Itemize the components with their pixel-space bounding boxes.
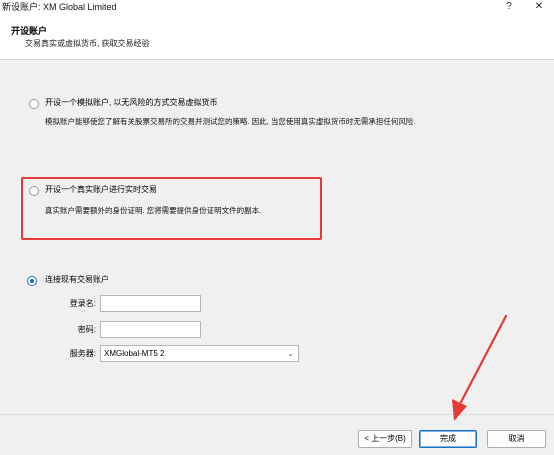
radio-existing-account[interactable] [27, 276, 37, 286]
login-input[interactable] [100, 295, 201, 312]
cancel-button[interactable]: 取消 [487, 430, 546, 448]
help-button[interactable]: ? [494, 0, 524, 14]
page-title: 开设账户 [11, 26, 48, 36]
option-real-description: 真实账户需要额外的身份证明. 您将需要提供身份证明文件的副本. [45, 206, 262, 215]
radio-demo-account[interactable] [29, 99, 39, 109]
page-subtitle: 交易真实或虚拟货币, 获取交易经验 [25, 39, 150, 48]
window-titlebar: 新设账户: XM Global Limited ? ✕ [0, 0, 554, 14]
password-label: 密码: [77, 325, 96, 334]
server-select[interactable]: XMGlobal-MT5 2 ⌄ [100, 345, 299, 362]
close-button[interactable]: ✕ [524, 0, 554, 14]
option-demo-description: 模拟账户能够使您了解有关股票交易所的交易并测试您的策略. 因此, 当您使用真实虚… [45, 117, 416, 126]
option-real-label[interactable]: 开设一个真实账户进行实时交易 [45, 185, 157, 195]
radio-real-account[interactable] [29, 186, 39, 196]
chevron-down-icon: ⌄ [287, 349, 294, 358]
server-label: 服务器: [69, 349, 96, 358]
option-existing-label[interactable]: 连接现有交易账户 [45, 275, 109, 285]
login-label: 登录名: [69, 299, 96, 308]
wizard-header: 开设账户 交易真实或虚拟货币, 获取交易经验 [0, 14, 554, 60]
server-select-value: XMGlobal-MT5 2 [104, 349, 165, 358]
back-button[interactable]: < 上一步(B) [358, 430, 412, 448]
password-input[interactable] [100, 321, 201, 338]
finish-button[interactable]: 完成 [419, 430, 477, 448]
window-title: 新设账户: XM Global Limited [2, 2, 117, 12]
footer-divider [0, 414, 554, 415]
option-demo-label[interactable]: 开设一个模拟账户, 以无风险的方式交易虚拟货币 [45, 98, 217, 108]
